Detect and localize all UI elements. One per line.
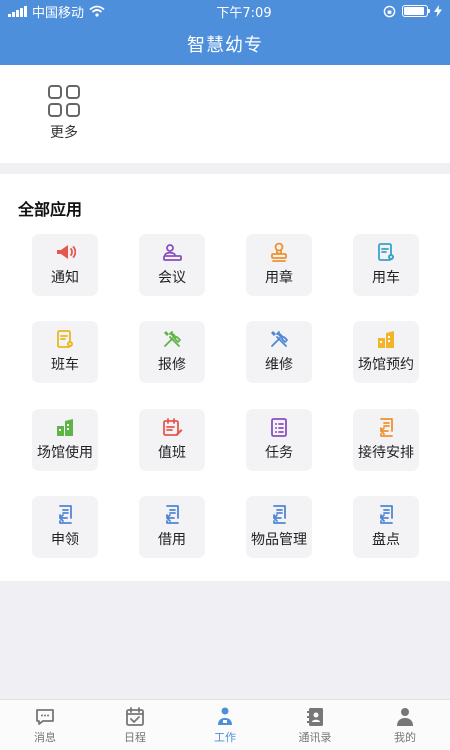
tools-icon [164, 331, 181, 347]
stamp-icon [271, 242, 287, 262]
megaphone-icon [57, 245, 76, 259]
app-tile[interactable]: 场馆预约 [353, 321, 419, 383]
app-label: 任务 [265, 445, 293, 461]
app-tile[interactable]: 借用 [139, 496, 205, 558]
app-label: 会议 [158, 270, 186, 286]
app-label: 报修 [158, 357, 186, 373]
document-gear-icon [57, 330, 73, 348]
app-tile[interactable]: 报修 [139, 321, 205, 383]
document-return-icon [380, 418, 393, 437]
app-tile[interactable]: 盘点 [353, 496, 419, 558]
app-label: 盘点 [372, 532, 400, 548]
app-label: 接待安排 [358, 445, 414, 461]
task-list-icon [271, 418, 287, 437]
app-tile[interactable]: 值班 [139, 409, 205, 471]
orientation-lock-icon [383, 5, 396, 17]
wifi-icon [89, 5, 105, 17]
tab-label: 通讯录 [298, 731, 332, 744]
app-label: 场馆预约 [358, 357, 414, 373]
bottom-tab-bar: 消息 日程 工作 通讯录 我的 [0, 699, 450, 750]
grid-icon [48, 85, 80, 117]
tab-3[interactable]: 通讯录 [270, 700, 360, 750]
all-apps-panel: 全部应用 通知 会议 用章 用车班车 报修 维修 场馆预约场馆使用 值班 任务 接待安排申领 借用 物… [0, 174, 450, 581]
quick-panel: 更多 [0, 65, 450, 163]
app-label: 物品管理 [251, 532, 307, 548]
buildings-icon [378, 331, 394, 348]
app-label: 申领 [51, 532, 79, 548]
app-tile[interactable]: 通知 [32, 234, 98, 296]
document-return-icon [380, 505, 393, 524]
app-tile[interactable]: 物品管理 [246, 496, 312, 558]
contacts-book-icon [307, 708, 323, 726]
calendar-check-icon [126, 707, 144, 726]
tab-label: 我的 [394, 731, 416, 744]
user-icon [397, 708, 413, 726]
app-tile[interactable]: 用车 [353, 234, 419, 296]
app-tile[interactable]: 任务 [246, 409, 312, 471]
app-label: 值班 [158, 445, 186, 461]
app-tile[interactable]: 接待安排 [353, 409, 419, 471]
more-button[interactable]: 更多 [34, 85, 94, 145]
document-return-icon [273, 505, 286, 524]
tab-label: 消息 [34, 731, 56, 744]
buildings-icon [57, 419, 73, 436]
app-label: 用车 [372, 270, 400, 286]
meeting-icon [163, 244, 182, 261]
document-gear-icon [378, 243, 394, 261]
more-label: 更多 [50, 125, 78, 141]
status-bar: 中国移动 下午7:09 [0, 0, 450, 22]
section-title: 全部应用 [18, 200, 83, 219]
app-label: 借用 [158, 532, 186, 548]
document-return-icon [59, 505, 72, 524]
app-label: 通知 [51, 270, 79, 286]
calendar-edit-icon [163, 418, 183, 436]
signal-icon [8, 5, 27, 17]
app-tile[interactable]: 维修 [246, 321, 312, 383]
tab-4[interactable]: 我的 [360, 700, 450, 750]
app-tile[interactable]: 场馆使用 [32, 409, 98, 471]
app-header: 中国移动 下午7:09 智慧幼专 [0, 0, 450, 65]
status-time: 下午7:09 [216, 5, 272, 21]
app-tile[interactable]: 申领 [32, 496, 98, 558]
tools-icon [271, 331, 288, 347]
carrier-name: 中国移动 [32, 5, 85, 21]
tab-label: 日程 [124, 731, 146, 744]
app-tile[interactable]: 用章 [246, 234, 312, 296]
tab-label: 工作 [214, 731, 236, 744]
app-label: 用章 [265, 270, 293, 286]
tab-0[interactable]: 消息 [0, 700, 90, 750]
page-title: 智慧幼专 [187, 34, 263, 56]
app-tile[interactable]: 会议 [139, 234, 205, 296]
charging-icon [434, 5, 442, 17]
app-label: 班车 [51, 357, 79, 373]
person-work-icon [218, 707, 232, 725]
app-tile[interactable]: 班车 [32, 321, 98, 383]
document-return-icon [166, 505, 179, 524]
battery-icon [402, 5, 430, 17]
app-label: 场馆使用 [37, 445, 93, 461]
app-label: 维修 [265, 357, 293, 373]
tab-2[interactable]: 工作 [180, 700, 270, 750]
chat-icon [36, 709, 54, 725]
tab-1[interactable]: 日程 [90, 700, 180, 750]
